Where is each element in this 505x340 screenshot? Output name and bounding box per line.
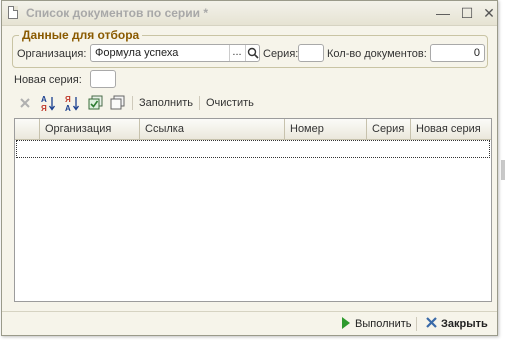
new-series-field[interactable] [90, 70, 116, 88]
svg-text:Я: Я [41, 104, 47, 113]
documents-table[interactable]: Организация Ссылка Номер Серия Новая сер… [14, 118, 492, 302]
sort-ascending-button[interactable]: А Я [40, 93, 56, 113]
document-icon [8, 6, 18, 19]
organization-value: Формула успеха [95, 47, 179, 59]
column-header-organization[interactable]: Организация [39, 119, 139, 139]
footer-divider [2, 311, 497, 312]
new-series-label: Новая серия: [14, 74, 82, 86]
fill-button[interactable]: Заполнить [139, 93, 193, 113]
check-all-button[interactable] [88, 93, 104, 113]
column-header-series[interactable]: Серия [366, 119, 410, 139]
document-count-label: Кол-во документов: [327, 48, 427, 60]
filter-group-legend: Данные для отбора [19, 28, 143, 42]
table-header: Организация Ссылка Номер Серия Новая сер… [15, 119, 491, 140]
window-title: Список документов по серии * [26, 6, 209, 20]
document-count-field[interactable]: 0 [430, 44, 485, 62]
table-row[interactable] [16, 140, 490, 158]
svg-text:А: А [41, 95, 47, 104]
uncheck-all-icon [110, 95, 125, 110]
play-icon [342, 317, 350, 329]
column-header-marker[interactable] [15, 119, 39, 139]
close-window-button[interactable]: ✕ [480, 4, 498, 22]
table-toolbar: А Я Я А Заполнить Очистить [14, 93, 494, 113]
uncheck-all-button[interactable] [110, 93, 126, 113]
series-field[interactable] [298, 44, 324, 62]
minimize-button[interactable]: — [434, 4, 452, 22]
toolbar-separator [199, 96, 200, 110]
close-button-label: Закрыть [441, 318, 488, 330]
sort-ascending-icon: А Я [41, 95, 56, 113]
svg-text:А: А [65, 104, 71, 113]
close-button[interactable]: Закрыть [426, 315, 488, 333]
delete-button[interactable] [19, 93, 31, 113]
toolbar-separator [132, 96, 133, 110]
check-all-icon [88, 95, 103, 110]
background-edge [501, 160, 505, 180]
search-icon [247, 47, 259, 59]
sort-descending-button[interactable]: Я А [64, 93, 80, 113]
clear-button[interactable]: Очистить [206, 93, 254, 113]
delete-icon [20, 98, 30, 108]
organization-field[interactable]: Формула успеха ... [90, 44, 260, 62]
organization-search-button[interactable] [245, 45, 259, 61]
svg-text:Я: Я [65, 95, 71, 104]
series-label: Серия: [263, 48, 299, 60]
close-icon [426, 317, 437, 328]
column-header-new-series[interactable]: Новая серия [410, 119, 491, 139]
execute-button-label: Выполнить [355, 318, 412, 330]
dialog-window: Список документов по серии * — ☐ ✕ Данны… [1, 0, 498, 336]
maximize-button[interactable]: ☐ [458, 4, 476, 22]
execute-button[interactable]: Выполнить [341, 315, 411, 333]
organization-select-button[interactable]: ... [229, 45, 244, 61]
column-header-link[interactable]: Ссылка [139, 119, 284, 139]
organization-label: Организация: [17, 48, 87, 60]
title-bar[interactable]: Список документов по серии * — ☐ ✕ [2, 1, 497, 26]
column-header-number[interactable]: Номер [284, 119, 366, 139]
footer-separator [416, 317, 417, 331]
sort-descending-icon: Я А [65, 95, 80, 113]
